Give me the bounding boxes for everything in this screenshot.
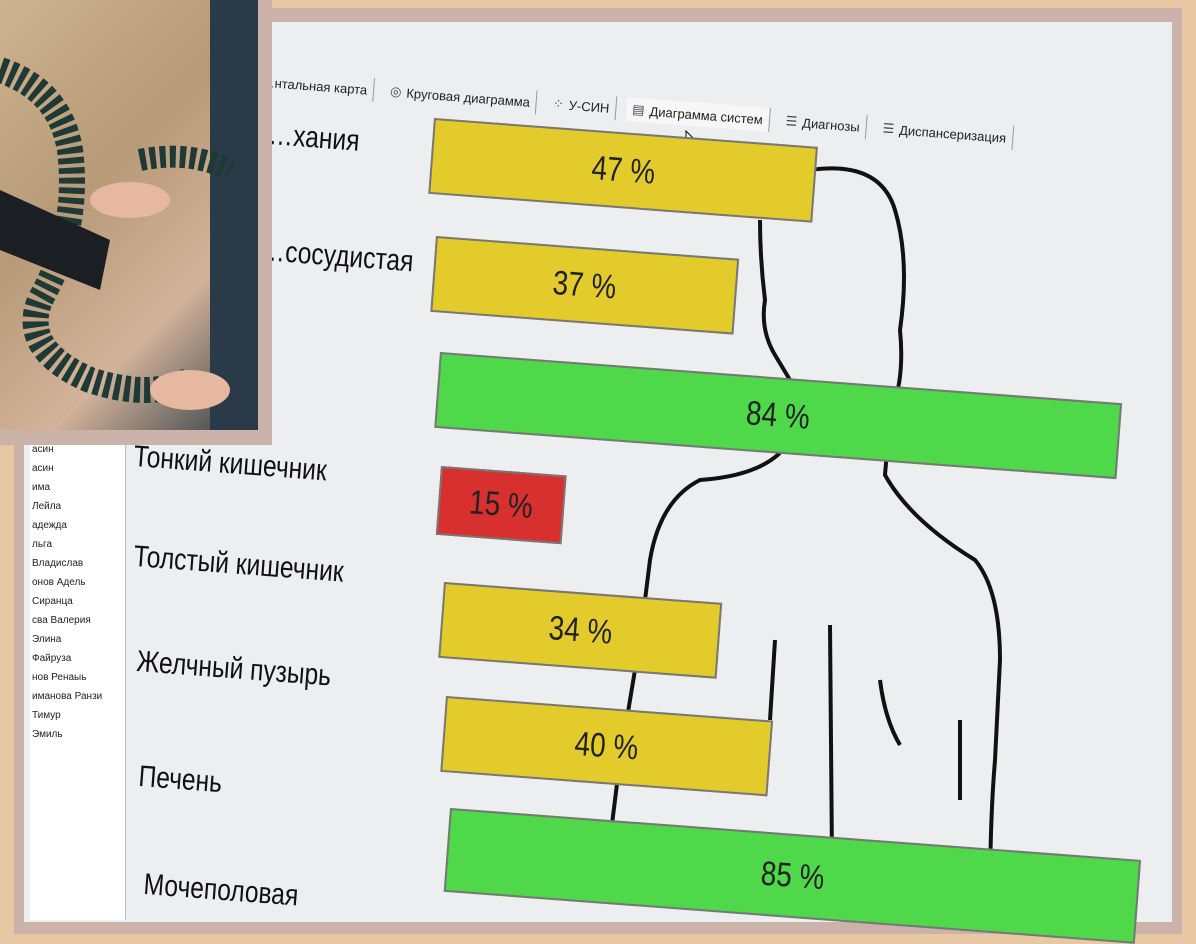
list-item[interactable]: Тимур (30, 706, 125, 725)
list-icon: ☰ (785, 113, 798, 129)
list-item[interactable]: иманова Ранзи (30, 687, 125, 706)
tab-dispensary[interactable]: ☰ Диспансеризация (875, 115, 1015, 151)
tab-pie-chart[interactable]: ◎ Круговая диаграмма (383, 78, 538, 115)
list-item[interactable]: онов Адель (30, 573, 125, 592)
tab-u-sin[interactable]: ⁘ У-СИН (546, 91, 618, 121)
dots-icon: ⁘ (552, 95, 565, 112)
list-item[interactable]: Эмиль (30, 725, 125, 744)
patient-list: асин асин има Лейла адежда льга Владисла… (30, 440, 126, 920)
tab-system-chart[interactable]: ▤ Диаграмма систем (625, 97, 771, 132)
list-item[interactable]: Лейла (30, 497, 125, 516)
stethoscope-cable-image (0, 0, 258, 430)
list-item[interactable]: асин (30, 459, 125, 478)
list-item[interactable]: Элина (30, 630, 125, 649)
list-item[interactable]: нов Ренаыь (30, 668, 125, 687)
bar-chart-icon: ▤ (631, 101, 646, 118)
list-icon: ☰ (882, 120, 895, 137)
list-item[interactable]: Файруза (30, 649, 125, 668)
organ-bar: 15 % (435, 466, 567, 545)
tab-diagnoses[interactable]: ☰ Диагнозы (778, 108, 868, 140)
pie-chart-icon: ◎ (389, 83, 403, 100)
list-item[interactable]: льга (30, 535, 125, 554)
organ-label: …хания (267, 118, 361, 158)
list-item[interactable]: Сиранца (30, 592, 125, 611)
organ-label: Печень (137, 760, 224, 800)
list-item[interactable]: Владислав (30, 554, 125, 573)
list-item[interactable]: сва Валерия (30, 611, 125, 630)
inset-photo-frame (0, 0, 272, 445)
list-item[interactable]: има (30, 478, 125, 497)
inset-photo (0, 0, 258, 430)
list-item[interactable]: адежда (30, 516, 125, 535)
